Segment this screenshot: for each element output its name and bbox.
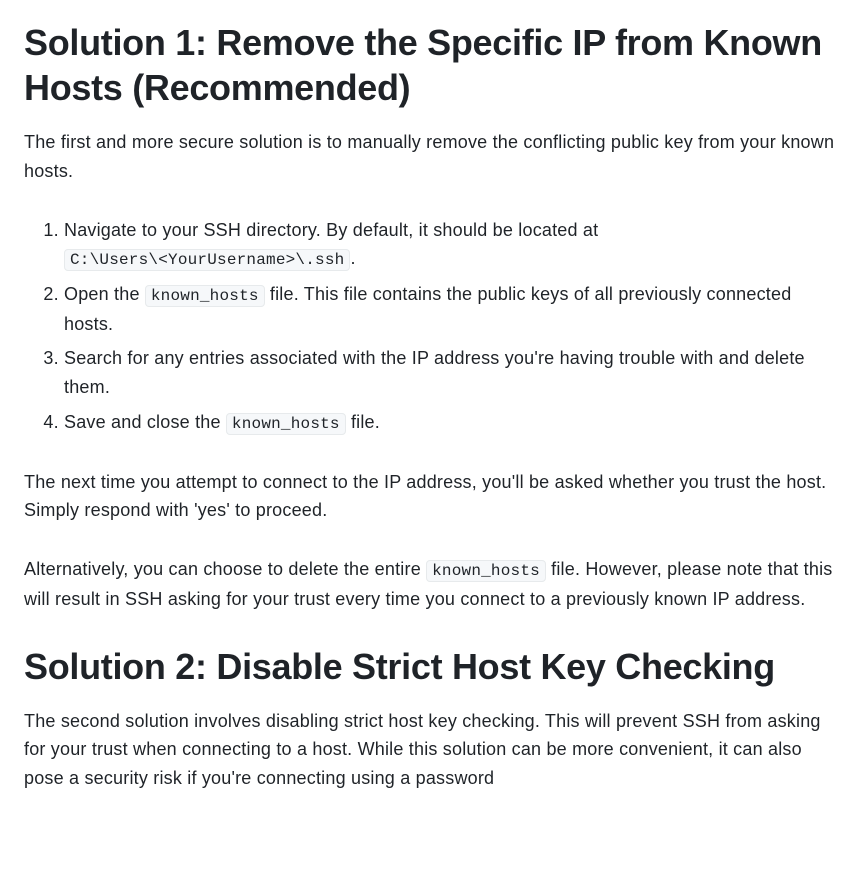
solution-2-intro: The second solution involves disabling s… [24, 707, 837, 793]
step-4-text-b: file. [346, 412, 380, 432]
step-1: Navigate to your SSH directory. By defau… [64, 216, 837, 274]
ssh-path-code: C:\Users\<YourUsername>\.ssh [64, 249, 350, 271]
step-2: Open the known_hosts file. This file con… [64, 280, 837, 338]
solution-1-after-1: The next time you attempt to connect to … [24, 468, 837, 526]
known-hosts-code: known_hosts [145, 285, 265, 307]
step-1-text-b: . [350, 248, 355, 268]
solution-1-after-2: Alternatively, you can choose to delete … [24, 555, 837, 613]
step-4: Save and close the known_hosts file. [64, 408, 837, 438]
step-2-text-a: Open the [64, 284, 145, 304]
step-3: Search for any entries associated with t… [64, 344, 837, 402]
step-1-text-a: Navigate to your SSH directory. By defau… [64, 220, 598, 240]
known-hosts-code: known_hosts [226, 413, 346, 435]
solution-2-heading: Solution 2: Disable Strict Host Key Chec… [24, 644, 837, 689]
after-2-text-a: Alternatively, you can choose to delete … [24, 559, 426, 579]
known-hosts-code: known_hosts [426, 560, 546, 582]
solution-1-steps: Navigate to your SSH directory. By defau… [24, 216, 837, 438]
solution-1-heading: Solution 1: Remove the Specific IP from … [24, 20, 837, 110]
solution-1-intro: The first and more secure solution is to… [24, 128, 837, 186]
step-4-text-a: Save and close the [64, 412, 226, 432]
